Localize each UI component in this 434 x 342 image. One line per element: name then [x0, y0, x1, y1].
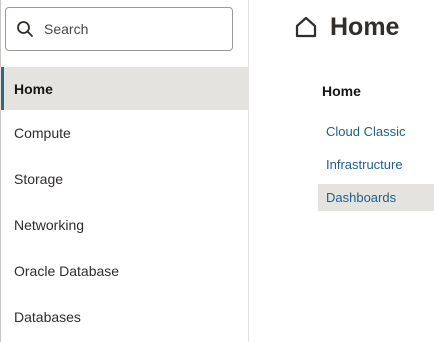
subnav-item-dashboards[interactable]: Dashboards	[318, 184, 434, 211]
nav-item-storage[interactable]: Storage	[0, 156, 249, 202]
page-title: Home	[330, 13, 400, 41]
nav-item-home[interactable]: Home	[0, 67, 249, 110]
nav-item-oracle-database[interactable]: Oracle Database	[0, 248, 249, 294]
nav-item-label: Databases	[14, 309, 81, 325]
nav-item-label: Storage	[14, 171, 64, 187]
nav-item-label: Compute	[14, 125, 71, 141]
nav-item-databases[interactable]: Databases	[0, 294, 249, 340]
subnav-item-cloud-classic[interactable]: Cloud Classic	[318, 118, 434, 145]
search-box[interactable]	[5, 7, 233, 51]
subnav-item-label: Dashboards	[326, 190, 397, 205]
nav-menu: Home Compute Storage Networking Oracle D…	[0, 67, 249, 340]
nav-item-networking[interactable]: Networking	[0, 202, 249, 248]
console-window: Home Compute Storage Networking Oracle D…	[0, 0, 434, 342]
search-input[interactable]	[44, 21, 214, 37]
navigation-panel: Home Compute Storage Networking Oracle D…	[0, 0, 249, 342]
search-icon	[15, 19, 35, 39]
subnav-item-infrastructure[interactable]: Infrastructure	[318, 151, 434, 178]
subnav-heading: Home	[322, 83, 361, 99]
nav-item-label: Networking	[14, 217, 85, 233]
nav-item-label: Oracle Database	[14, 263, 120, 279]
page-header: Home	[294, 12, 399, 42]
subnav-item-label: Cloud Classic	[326, 124, 406, 139]
nav-item-label: Home	[14, 80, 53, 97]
home-icon	[294, 15, 318, 39]
main-content: Home Home Cloud Classic Infrastructure D…	[250, 0, 434, 342]
nav-item-compute[interactable]: Compute	[0, 110, 249, 156]
home-subnav: Home Cloud Classic Infrastructure Dashbo…	[318, 78, 434, 217]
subnav-item-label: Infrastructure	[326, 157, 403, 172]
